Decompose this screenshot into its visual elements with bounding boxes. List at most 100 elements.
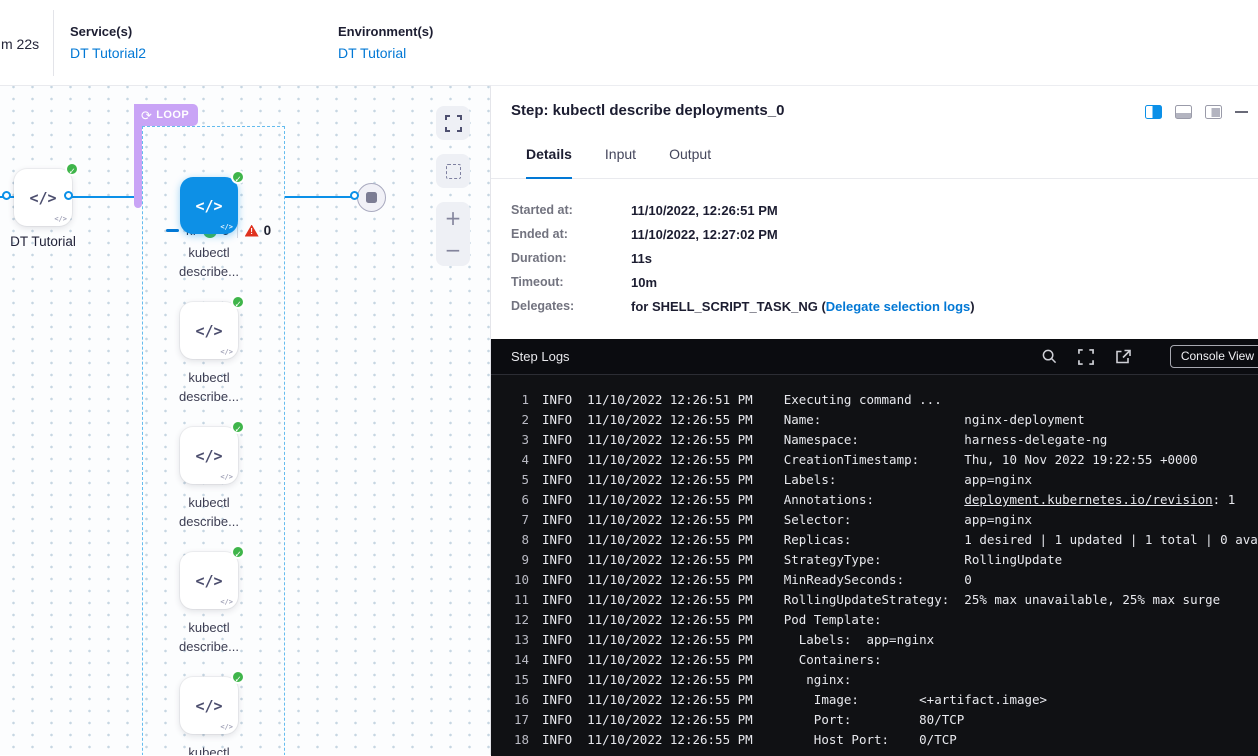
log-level: INFO [542, 450, 572, 470]
service-label: Service(s) [70, 24, 146, 39]
log-line-number: 2 [501, 410, 529, 430]
detail-row: Delegates:for SHELL_SCRIPT_TASK_NG (Dele… [511, 299, 975, 313]
log-line-number: 3 [501, 430, 529, 450]
log-level: INFO [542, 530, 572, 550]
logs-fullscreen-icon[interactable] [1078, 349, 1094, 365]
log-text: Annotations: [784, 492, 965, 507]
log-line-number: 16 [501, 690, 529, 710]
code-icon: </> [195, 197, 222, 215]
detail-label: Delegates: [511, 299, 631, 313]
code-icon: </> [195, 697, 222, 715]
loop-badge: ⟳ LOOP [134, 104, 198, 126]
log-line: 1INFO11/10/2022 12:26:51 PMExecuting com… [501, 390, 1258, 410]
delegate-selection-logs-link[interactable]: Delegate selection logs [826, 299, 971, 314]
tab-output[interactable]: Output [669, 143, 711, 179]
log-text: StrategyType: RollingUpdate [784, 552, 1062, 567]
log-output[interactable]: 1INFO11/10/2022 12:26:51 PMExecuting com… [491, 375, 1258, 756]
success-badge-icon: ✓ [231, 670, 245, 684]
step-logs-header: Step Logs Console View [491, 339, 1258, 375]
log-timestamp: 11/10/2022 12:26:55 PM [587, 570, 753, 590]
log-message: CreationTimestamp: Thu, 10 Nov 2022 19:2… [784, 450, 1198, 470]
detail-value: 11s [631, 251, 652, 266]
environment-link[interactable]: DT Tutorial [338, 45, 433, 61]
log-text: Executing command ... [784, 392, 942, 407]
connector-port [2, 191, 11, 200]
code-icon: </> [195, 572, 222, 590]
step-details-panel: Step: kubectl describe deployments_0 Det… [490, 85, 1258, 755]
failed-count: 0 [264, 223, 272, 238]
log-timestamp: 11/10/2022 12:26:55 PM [587, 650, 753, 670]
log-message: Replicas: 1 desired | 1 updated | 1 tota… [784, 530, 1258, 550]
collapse-group-button[interactable] [166, 229, 179, 232]
layout-split-right-icon[interactable] [1145, 105, 1162, 119]
log-message: Pod Template: [784, 610, 882, 630]
node-kubectl-describe[interactable]: </>✓</> [180, 677, 238, 734]
canvas-fullscreen-button[interactable] [436, 106, 470, 140]
execution-duration: m 22s [1, 36, 39, 52]
node-kubectl-describe[interactable]: </>✓</> [180, 427, 238, 484]
log-line: 2INFO11/10/2022 12:26:55 PMName: nginx-d… [501, 410, 1258, 430]
success-badge-icon: ✓ [231, 420, 245, 434]
pipeline-end-node[interactable] [357, 183, 386, 212]
node-kubectl-describe[interactable]: </>✓</> [180, 552, 238, 609]
detail-value: for SHELL_SCRIPT_TASK_NG (Delegate selec… [631, 299, 975, 314]
log-text: Pod Template: [784, 612, 882, 627]
log-line-number: 13 [501, 630, 529, 650]
detail-value: 11/10/2022, 12:26:51 PM [631, 203, 778, 218]
log-line-number: 1 [501, 390, 529, 410]
log-text: Labels: app=nginx [784, 472, 1032, 487]
log-level: INFO [542, 650, 572, 670]
log-message: Namespace: harness-delegate-ng [784, 430, 1108, 450]
log-timestamp: 11/10/2022 12:26:55 PM [587, 630, 753, 650]
detail-value: 11/10/2022, 12:27:02 PM [631, 227, 778, 242]
log-text: Host Port: 0/TCP [784, 732, 957, 747]
log-level: INFO [542, 570, 572, 590]
zoom-in-button[interactable]: + [436, 202, 470, 234]
pipeline-canvas[interactable]: ⟳ LOOP k. ✓ 9 0 </> ✓ </> DT Tutorial </… [0, 85, 490, 755]
log-line-number: 4 [501, 450, 529, 470]
code-icon: </> [29, 189, 56, 207]
log-text: CreationTimestamp: Thu, 10 Nov 2022 19:2… [784, 452, 1198, 467]
canvas-select-button[interactable] [436, 154, 470, 188]
shell-script-icon: </> [220, 223, 233, 231]
minimize-panel-button[interactable] [1235, 111, 1248, 113]
log-timestamp: 11/10/2022 12:26:55 PM [587, 450, 753, 470]
zoom-out-button[interactable]: − [436, 234, 470, 266]
step-logs-title: Step Logs [511, 349, 570, 364]
log-level: INFO [542, 630, 572, 650]
log-line: 18INFO11/10/2022 12:26:55 PM Host Port: … [501, 730, 1258, 750]
service-link[interactable]: DT Tutorial2 [70, 45, 146, 61]
log-line: 12INFO11/10/2022 12:26:55 PMPod Template… [501, 610, 1258, 630]
detail-label: Duration: [511, 251, 631, 265]
log-line: 9INFO11/10/2022 12:26:55 PMStrategyType:… [501, 550, 1258, 570]
step-logs-section: Step Logs Console View 1INFO11/10/2022 1… [491, 339, 1258, 756]
console-view-button[interactable]: Console View [1170, 345, 1258, 368]
log-message: Host Port: 0/TCP [784, 730, 957, 750]
layout-bottom-icon[interactable] [1175, 105, 1192, 119]
open-in-new-icon[interactable] [1115, 349, 1131, 365]
log-message: RollingUpdateStrategy: 25% max unavailab… [784, 590, 1221, 610]
log-annotation-link[interactable]: deployment.kubernetes.io/revision [964, 492, 1212, 507]
shell-script-icon: </> [54, 215, 67, 223]
log-message: Executing command ... [784, 390, 942, 410]
log-timestamp: 11/10/2022 12:26:55 PM [587, 470, 753, 490]
log-level: INFO [542, 490, 572, 510]
log-timestamp: 11/10/2022 12:26:55 PM [587, 670, 753, 690]
detail-row: Started at:11/10/2022, 12:26:51 PM [511, 203, 975, 217]
node-kubectl-describe[interactable]: </>✓</> [180, 302, 238, 359]
log-line-number: 7 [501, 510, 529, 530]
panel-layout-controls [1145, 105, 1248, 119]
tab-details[interactable]: Details [526, 143, 572, 179]
warning-icon [245, 225, 259, 237]
tab-input[interactable]: Input [605, 143, 636, 179]
node-dt-tutorial[interactable]: </> ✓ </> [14, 169, 72, 226]
search-icon[interactable] [1042, 349, 1057, 364]
connector-port [350, 191, 359, 200]
logs-toolbar: Console View [1042, 345, 1258, 368]
node-kubectl-describe[interactable]: </>✓</> [180, 177, 238, 234]
log-line-number: 5 [501, 470, 529, 490]
node-label-kubectl-describe: kubectl describe... [161, 493, 257, 531]
layout-right-collapsed-icon[interactable] [1205, 105, 1222, 119]
log-message: Name: nginx-deployment [784, 410, 1085, 430]
execution-header: m 22s Service(s) DT Tutorial2 Environmen… [0, 0, 1258, 85]
